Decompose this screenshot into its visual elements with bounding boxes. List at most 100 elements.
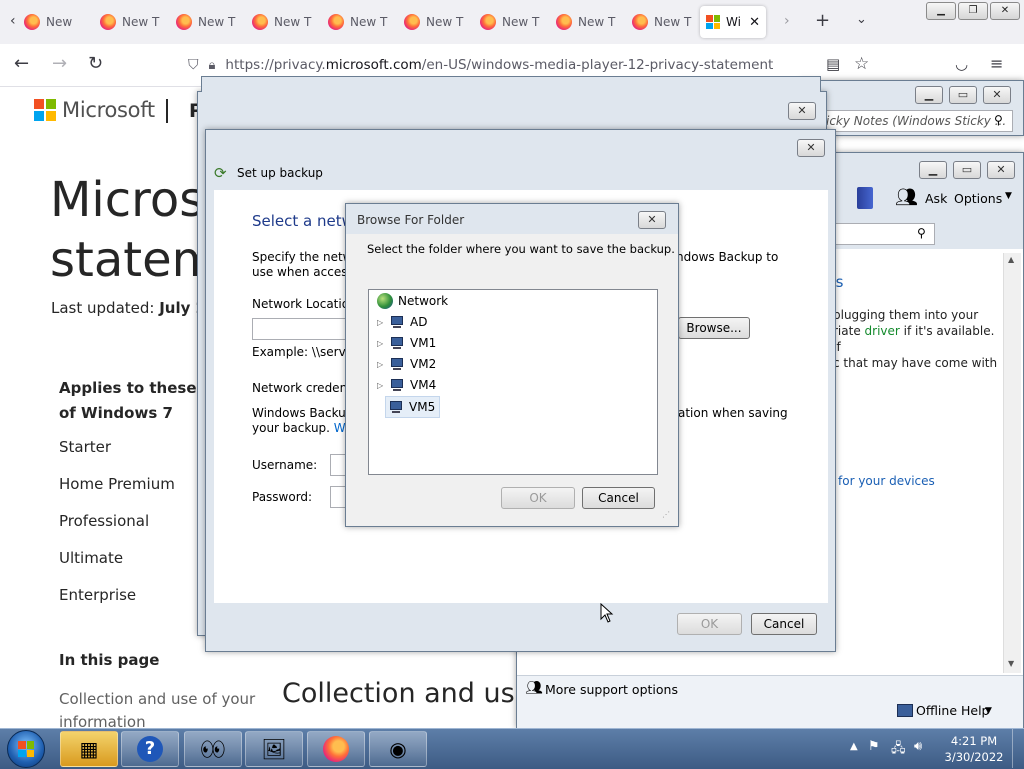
close-icon[interactable]: ✕: [797, 139, 825, 157]
expand-arrow-icon[interactable]: ▷: [377, 360, 389, 369]
taskbar-picture-icon[interactable]: 🖼︎: [245, 731, 303, 767]
tree-item-vm5-selected[interactable]: VM5: [385, 396, 441, 418]
network-icon: [377, 293, 393, 309]
tree-item-vm1[interactable]: ▷ VM1: [377, 333, 436, 353]
browser-tab[interactable]: New T: [170, 6, 240, 38]
computer-icon: [389, 336, 405, 350]
lock-icon[interactable]: 🔒︎: [209, 58, 216, 73]
list-all-tabs-icon[interactable]: ⌄: [856, 12, 867, 27]
tree-item-network[interactable]: Network: [377, 291, 448, 311]
ok-button[interactable]: OK: [501, 487, 575, 509]
action-center-icon[interactable]: ⚑: [868, 739, 880, 754]
dialog-title: Set up backup: [237, 166, 323, 180]
tree-item-vm2[interactable]: ▷ VM2: [377, 354, 436, 374]
taskbar-firefox-icon[interactable]: [307, 731, 365, 767]
network-tray-icon[interactable]: 🖧︎: [891, 739, 906, 761]
help-footer: 👥︎ More support options Offline Help ▼: [517, 675, 1023, 728]
expand-arrow-icon[interactable]: ▷: [377, 318, 389, 327]
chevron-down-icon[interactable]: ▼: [1005, 191, 1012, 201]
minimize-icon[interactable]: ▁: [926, 2, 956, 20]
microsoft-logo-icon: [706, 15, 720, 29]
menu-icon[interactable]: ≡: [990, 54, 1003, 74]
chevron-down-icon[interactable]: ▼: [985, 706, 992, 716]
username-input[interactable]: [330, 454, 346, 476]
expand-arrow-icon[interactable]: ▷: [377, 339, 389, 348]
restore-icon[interactable]: ❐: [958, 2, 988, 20]
edition-item: Enterprise: [59, 586, 137, 604]
maximize-icon[interactable]: ▭: [949, 86, 977, 104]
browser-tab[interactable]: New T: [246, 6, 316, 38]
minimize-icon[interactable]: ▁: [915, 86, 943, 104]
header-divider: [166, 99, 168, 123]
support-people-icon: 👥︎: [525, 680, 543, 696]
show-hidden-icons-icon[interactable]: ▲: [850, 741, 858, 752]
browser-tab[interactable]: New T: [474, 6, 544, 38]
pocket-icon[interactable]: ◡: [955, 54, 968, 74]
ask-people-icon[interactable]: 👥︎: [895, 187, 918, 208]
taskbar-backup-icon[interactable]: ◉: [369, 731, 427, 767]
firefox-icon: [252, 14, 268, 30]
cancel-button[interactable]: Cancel: [751, 613, 817, 635]
browse-button[interactable]: Browse...: [678, 317, 750, 339]
close-icon[interactable]: ✕: [638, 211, 666, 229]
tree-item-vm4[interactable]: ▷ VM4: [377, 375, 436, 395]
scroll-down-icon[interactable]: ▼: [1008, 659, 1014, 668]
browser-tab[interactable]: New T: [18, 6, 74, 38]
microsoft-logo-icon[interactable]: [34, 99, 56, 121]
close-icon[interactable]: ✕: [990, 2, 1020, 20]
resize-grip-icon[interactable]: ⋰: [662, 510, 670, 519]
ask-button[interactable]: Ask: [925, 191, 947, 206]
expand-arrow-icon[interactable]: ▷: [377, 381, 389, 390]
browser-tab[interactable]: New T: [550, 6, 620, 38]
browser-tab[interactable]: New T: [626, 6, 696, 38]
browse-help-icon[interactable]: [857, 187, 873, 209]
close-icon[interactable]: ✕: [987, 161, 1015, 179]
devices-help-link[interactable]: for your devices: [838, 474, 935, 488]
help-search-input[interactable]: icky Notes (Windows Sticky ...: [823, 110, 1013, 132]
shield-icon[interactable]: ⛉: [188, 57, 199, 73]
search-icon[interactable]: ⚲: [994, 113, 1003, 127]
show-desktop-button[interactable]: [1012, 729, 1024, 768]
windows-logo-icon: [18, 741, 34, 757]
browser-tab[interactable]: New T: [322, 6, 392, 38]
ok-button[interactable]: OK: [677, 613, 742, 635]
options-button[interactable]: Options: [954, 191, 1002, 206]
tray-clock[interactable]: 4:21 PM 3/30/2022: [940, 733, 1008, 765]
reload-icon[interactable]: ↻: [88, 54, 103, 74]
maximize-icon[interactable]: ▭: [953, 161, 981, 179]
mouse-cursor-icon: [600, 603, 614, 623]
tab-scroll-left-icon[interactable]: ‹: [10, 13, 16, 29]
taskbar-help-icon[interactable]: ?: [121, 731, 179, 767]
browser-tab[interactable]: New T: [398, 6, 468, 38]
close-icon[interactable]: ✕: [788, 102, 816, 120]
more-support-options-link[interactable]: More support options: [545, 682, 678, 697]
reader-view-icon[interactable]: ▤: [826, 54, 840, 74]
folder-tree[interactable]: Network ▷ AD ▷ VM1 ▷ VM2 ▷ VM4 VM5: [368, 289, 658, 475]
bookmark-star-icon[interactable]: ☆: [854, 54, 869, 74]
help-body-text: plugging them into your riate driver if …: [833, 308, 998, 370]
password-input[interactable]: [330, 486, 346, 508]
forward-arrow-icon[interactable]: →: [52, 54, 67, 74]
browser-tab-active[interactable]: Wi ✕: [700, 6, 766, 38]
taskbar-users-icon[interactable]: 👀︎: [184, 731, 242, 767]
tab-scroll-right-icon[interactable]: ›: [784, 13, 790, 29]
back-arrow-icon[interactable]: ←: [14, 54, 29, 74]
tab-close-icon[interactable]: ✕: [749, 15, 760, 30]
volume-icon[interactable]: 🔊︎: [914, 739, 922, 754]
brand-name[interactable]: Microsoft: [62, 98, 155, 122]
close-icon[interactable]: ✕: [983, 86, 1011, 104]
network-location-input[interactable]: [252, 318, 346, 340]
network-credentials-label: Network credenti: [252, 381, 356, 395]
tree-item-ad[interactable]: ▷ AD: [377, 312, 427, 332]
search-icon[interactable]: ⚲: [917, 226, 926, 240]
cancel-button[interactable]: Cancel: [582, 487, 655, 509]
minimize-icon[interactable]: ▁: [919, 161, 947, 179]
username-label: Username:: [252, 458, 318, 472]
new-tab-icon[interactable]: +: [815, 10, 830, 31]
help-scrollbar[interactable]: ▲ ▼: [1003, 253, 1021, 673]
browser-tab[interactable]: New T: [94, 6, 164, 38]
offline-help-button[interactable]: Offline Help: [916, 703, 989, 718]
start-button[interactable]: [7, 730, 45, 768]
scroll-up-icon[interactable]: ▲: [1008, 255, 1014, 264]
taskbar-firewall-icon[interactable]: ▦: [60, 731, 118, 767]
